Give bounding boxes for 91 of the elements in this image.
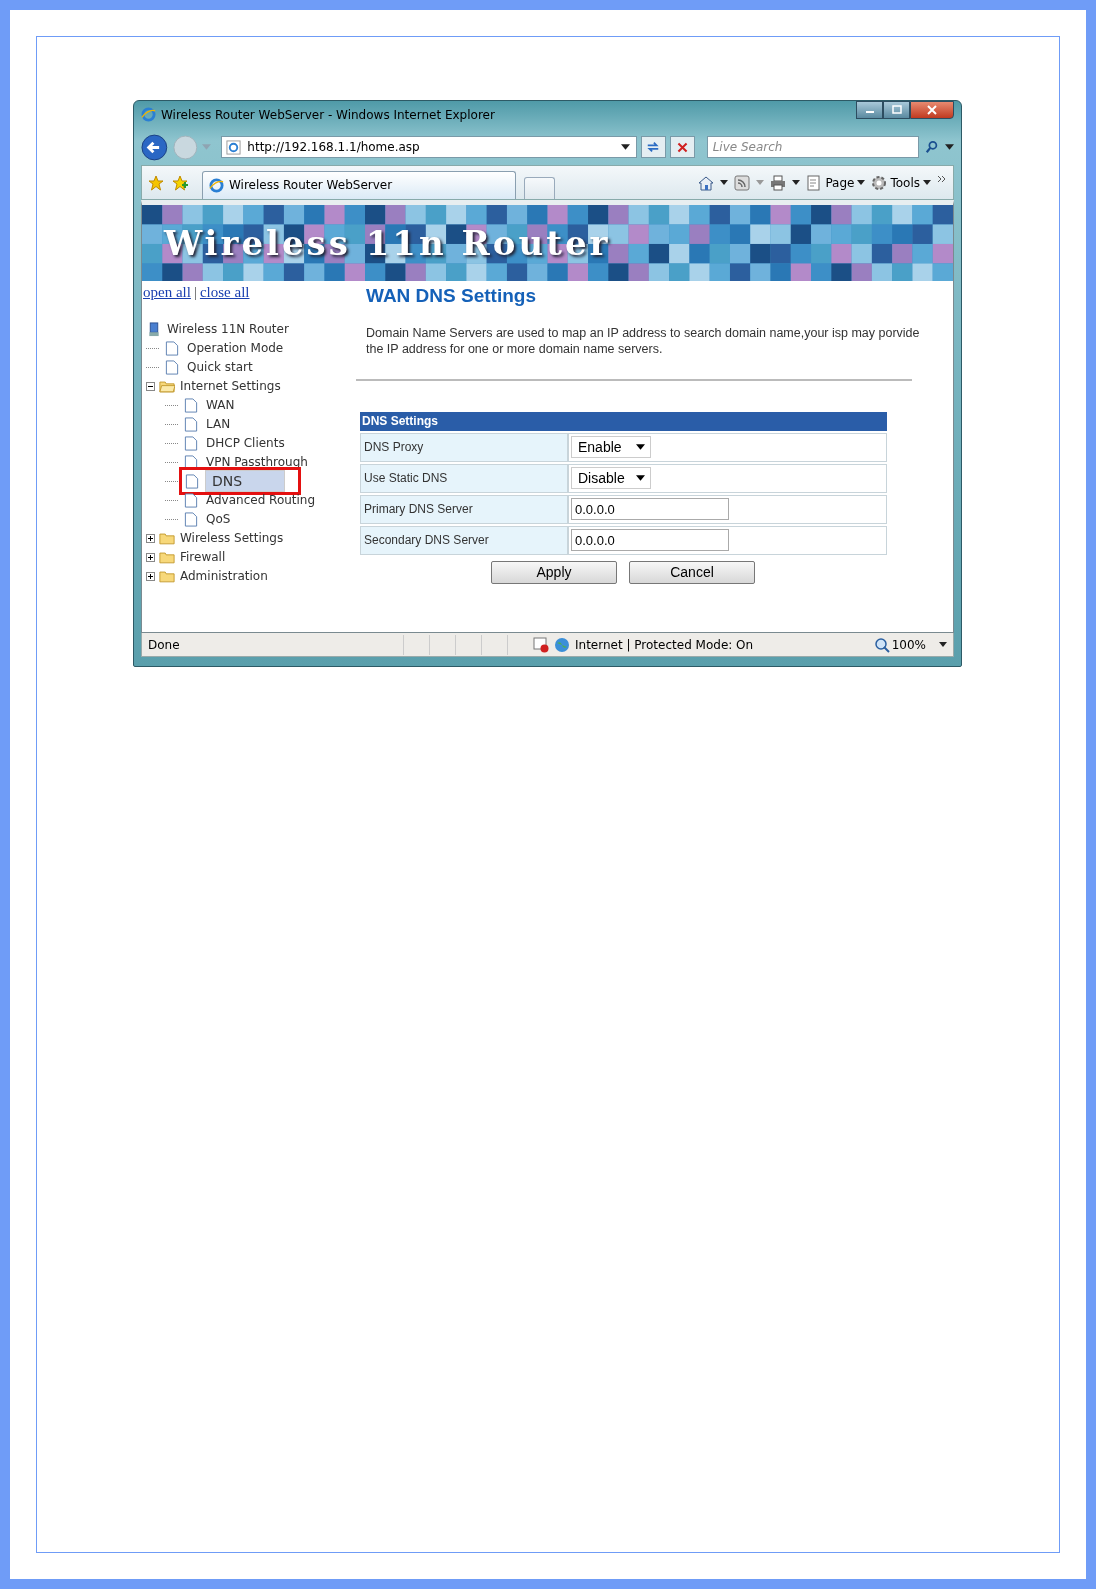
caret-icon[interactable] [621, 143, 631, 151]
search-icon[interactable] [925, 140, 939, 154]
close-icon [927, 105, 937, 115]
caret-icon [636, 443, 645, 451]
tree-item[interactable]: LAN [204, 417, 233, 432]
input-field[interactable]: 0.0.0.0 [571, 498, 729, 521]
tree-item[interactable]: Internet Settings [178, 379, 283, 394]
form-button[interactable]: Cancel [629, 560, 755, 584]
caret-icon [923, 179, 931, 186]
tree-item[interactable]: WAN [204, 398, 237, 413]
globe-icon [554, 636, 570, 653]
folder-icon [159, 549, 175, 565]
expander-icon[interactable] [146, 552, 155, 562]
maximize-icon [891, 105, 902, 115]
page-icon [183, 492, 199, 508]
add-star-icon[interactable] [172, 174, 188, 191]
page-icon [806, 174, 823, 191]
stop-button[interactable] [669, 136, 695, 158]
page-icon [183, 397, 199, 413]
close-icon [675, 140, 689, 154]
tree-item[interactable]: Advanced Routing [204, 493, 318, 508]
tree-item[interactable]: Wireless Settings [178, 531, 286, 546]
refresh-icon [646, 140, 661, 154]
tree-item[interactable]: Administration [178, 569, 270, 584]
back-button[interactable] [141, 133, 168, 161]
star-icon[interactable] [148, 174, 164, 191]
tree-item[interactable]: QoS [204, 512, 233, 527]
address-field[interactable]: http://192.168.1.1/home.asp [221, 136, 638, 158]
description-text: Domain Name Servers are used to map an IP address to search domain name,your isp may porvide the IP address for one or more domain name servers. [366, 324, 921, 357]
caret-icon[interactable] [792, 179, 801, 186]
field-label: Use Static DNS [360, 463, 568, 493]
blocked-page-icon [533, 636, 549, 653]
tree-item[interactable]: DHCP Clients [204, 436, 287, 451]
page-icon [183, 416, 199, 432]
refresh-button[interactable] [641, 136, 666, 158]
home-icon[interactable] [698, 174, 715, 191]
magnifier-icon [873, 636, 890, 653]
expander-icon[interactable] [146, 571, 155, 581]
field-label: DNS Proxy [360, 432, 568, 462]
tree-item[interactable]: Wireless 11N Router [165, 322, 291, 337]
page-icon [184, 473, 200, 489]
page-icon [164, 340, 180, 356]
printer-icon[interactable] [770, 174, 787, 191]
input-field[interactable]: 0.0.0.0 [571, 529, 729, 552]
search-field[interactable]: Live Search [706, 136, 919, 158]
maximize-button[interactable] [883, 101, 910, 119]
gear-icon [871, 174, 888, 191]
page-icon [164, 359, 180, 375]
globe-e-icon [209, 177, 224, 193]
folder-icon [159, 568, 175, 584]
tree-item[interactable]: Firewall [178, 550, 228, 565]
browser-tab[interactable]: Wireless Router WebServer [202, 170, 516, 199]
command-menu[interactable]: Page [806, 174, 866, 191]
tree-item[interactable]: DNS [205, 470, 285, 493]
expander-icon[interactable] [146, 533, 155, 543]
page-icon [183, 511, 199, 527]
dropdown[interactable]: Disable [571, 467, 651, 490]
caret-icon[interactable] [945, 143, 954, 151]
caret-icon[interactable] [939, 641, 947, 648]
close-button[interactable] [910, 101, 954, 119]
tree-item[interactable]: Operation Mode [185, 341, 286, 356]
caret-icon[interactable] [720, 179, 729, 186]
tree-item[interactable]: Quick start [185, 360, 255, 375]
tree-link[interactable]: close all [199, 283, 250, 301]
link-separator: | [193, 283, 197, 301]
minimize-button[interactable] [856, 101, 883, 119]
chevron-icon[interactable] [937, 174, 947, 183]
zoom-button[interactable]: 100% [873, 636, 926, 653]
window-title: Wireless Router WebServer - Windows Internet Explorer [161, 107, 495, 122]
dropdown[interactable]: Enable [571, 436, 651, 459]
tree-link[interactable]: open all [143, 283, 191, 301]
expander-icon[interactable] [146, 381, 155, 391]
page-icon [183, 454, 199, 470]
computer-icon [146, 321, 162, 337]
zone-text: Internet | Protected Mode: On [575, 637, 754, 652]
tree-item[interactable]: VPN Passthrough [204, 455, 310, 470]
field-label: Secondary DNS Server [360, 525, 568, 555]
folder-icon [159, 530, 175, 546]
field-label: Primary DNS Server [360, 494, 568, 524]
command-menu[interactable]: Tools [871, 174, 931, 191]
folder-icon [159, 378, 175, 394]
form-button[interactable]: Apply [491, 560, 617, 584]
page-icon [183, 435, 199, 451]
status-text: Done [148, 637, 181, 652]
feed-icon[interactable] [734, 174, 751, 191]
page-e-icon [226, 139, 242, 155]
page-heading: WAN DNS Settings [366, 284, 537, 307]
section-header: DNS Settings [360, 411, 887, 431]
caret-icon [857, 179, 866, 186]
caret-icon [636, 474, 645, 482]
globe-e-icon [141, 107, 156, 123]
